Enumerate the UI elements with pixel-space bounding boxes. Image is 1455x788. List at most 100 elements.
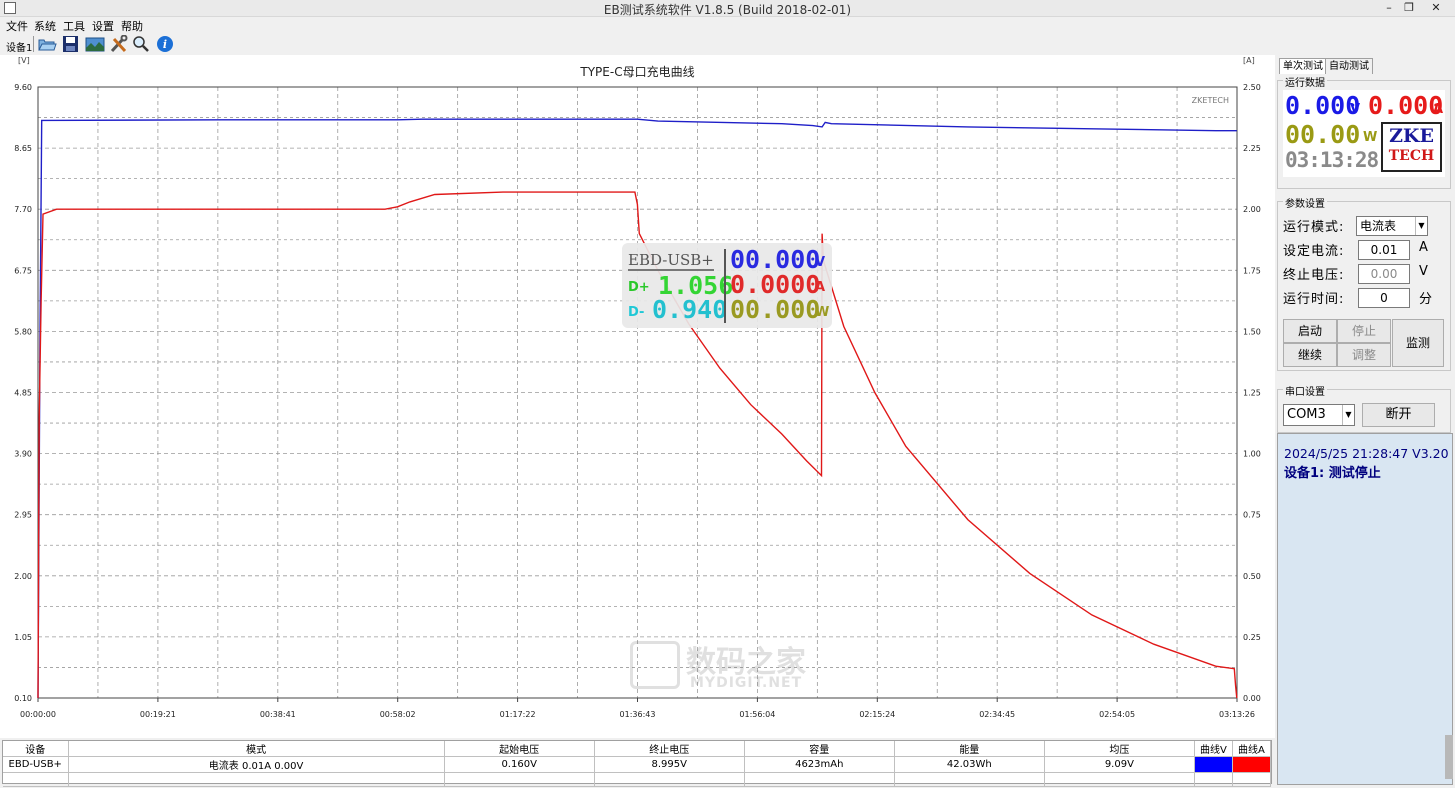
menu-tools[interactable]: 工具	[63, 18, 85, 34]
run-time-label: 运行时间:	[1283, 292, 1345, 307]
tools-icon[interactable]	[109, 34, 129, 53]
watermark-house-icon	[630, 641, 680, 689]
ebd-dminus-value: 0.940	[652, 295, 728, 324]
x-tick-label: 00:58:02	[380, 710, 416, 719]
ebd-current-unit: A	[815, 280, 826, 295]
stop-button[interactable]: 停止	[1337, 319, 1391, 343]
menu-bar: 文件 系统 工具 设置 帮助	[0, 17, 1455, 33]
chart-area: 9.60 8.65 7.70 6.75 5.80 4.85 3.90 2.95 2.00 1.05…	[0, 55, 1275, 738]
x-tick-label: 01:36:43	[620, 710, 656, 719]
zoom-icon[interactable]	[131, 35, 151, 53]
y-tick-label-left: 4.85	[14, 389, 32, 398]
cell-start-voltage: 0.160V	[444, 756, 595, 773]
set-current-input[interactable]: 0.01	[1358, 240, 1410, 260]
y-tick-label-right: 2.25	[1243, 144, 1261, 153]
ebd-dplus-label: D+	[628, 280, 650, 295]
x-tick-label: 02:54:05	[1099, 710, 1135, 719]
empty-cell	[894, 772, 1045, 787]
left-axis-unit: [V]	[18, 56, 30, 65]
x-tick-label: 03:13:26	[1219, 710, 1255, 719]
cell-end-voltage: 8.995V	[594, 756, 745, 773]
open-folder-icon[interactable]	[37, 35, 57, 53]
right-axis-unit: [A]	[1243, 56, 1255, 65]
ebd-voltage-unit: V	[815, 255, 826, 270]
y-tick-label-right: 1.25	[1243, 389, 1261, 398]
table-header: 均压	[1044, 741, 1195, 757]
table-header: 曲线A	[1232, 741, 1272, 757]
display-current: 0.000	[1368, 91, 1444, 120]
ebd-power-value: 00.000	[730, 295, 821, 324]
table-header: 模式	[68, 741, 445, 757]
panel-scrollbar[interactable]	[1445, 735, 1453, 779]
menu-system[interactable]: 系统	[34, 18, 56, 34]
run-time-input[interactable]: 0	[1358, 288, 1410, 308]
set-current-label: 设定电流:	[1283, 244, 1345, 259]
ebd-divider	[724, 249, 726, 323]
empty-cell	[1044, 772, 1195, 787]
tab-single-test[interactable]: 单次测试	[1279, 58, 1327, 74]
table-header: 曲线V	[1194, 741, 1233, 757]
stop-voltage-label: 终止电压:	[1283, 268, 1345, 283]
disconnect-button[interactable]: 断开	[1362, 403, 1435, 427]
x-tick-label: 00:19:21	[140, 710, 176, 719]
y-tick-label-right: 1.00	[1243, 450, 1261, 459]
continue-button[interactable]: 继续	[1283, 343, 1337, 367]
menu-help[interactable]: 帮助	[121, 18, 143, 34]
logo-top-text: ZKE	[1389, 125, 1434, 147]
cell-curve-a-color[interactable]	[1232, 756, 1272, 773]
info-icon[interactable]: i	[155, 35, 175, 53]
tab-auto-test[interactable]: 自动测试	[1325, 58, 1373, 74]
close-button[interactable]: ✕	[1422, 0, 1450, 16]
start-button[interactable]: 启动	[1283, 319, 1337, 343]
right-panel: 单次测试 自动测试 运行数据 0.000 V 0.000 A 00.00 W 0…	[1275, 55, 1455, 788]
serial-group: 串口设置 COM3 ▼ 断开	[1277, 383, 1451, 433]
table-header-row: 设备 模式 起始电压 终止电压 容量 能量 均压 曲线V 曲线A	[3, 741, 1272, 757]
running-data-group: 运行数据 0.000 V 0.000 A 00.00 W 03:13:28 ZK…	[1277, 74, 1451, 189]
ebd-dminus-label: D-	[628, 305, 645, 320]
x-tick-label: 00:00:00	[20, 710, 56, 719]
log-status-line: 设备1: 测试停止	[1284, 466, 1381, 481]
display-voltage: 0.000	[1285, 91, 1361, 120]
y-tick-label-right: 2.00	[1243, 205, 1261, 214]
table-header: 起始电压	[444, 741, 595, 757]
y-tick-label-left: 8.65	[14, 144, 32, 153]
x-tick-label: 01:56:04	[739, 710, 775, 719]
cell-device: EBD-USB+	[3, 756, 69, 773]
display-current-unit: A	[1433, 102, 1444, 117]
params-title: 参数设置	[1283, 195, 1327, 210]
image-icon[interactable]	[85, 35, 105, 53]
empty-cell	[1194, 772, 1233, 787]
monitor-button[interactable]: 监测	[1392, 319, 1444, 367]
display-elapsed-time: 03:13:28	[1285, 148, 1379, 172]
empty-cell	[3, 772, 69, 787]
restore-button[interactable]: ❐	[1395, 0, 1423, 16]
y-tick-label-left: 9.60	[14, 83, 32, 92]
stop-voltage-input[interactable]: 0.00	[1358, 264, 1410, 284]
mode-select-value: 电流表	[1360, 219, 1397, 233]
save-icon[interactable]	[61, 35, 81, 53]
adjust-button[interactable]: 调整	[1337, 343, 1391, 367]
menu-settings[interactable]: 设置	[92, 18, 114, 34]
menu-file[interactable]: 文件	[6, 18, 28, 34]
svg-text:i: i	[163, 38, 167, 51]
log-timestamp-line: 2024/5/25 21:28:47 V3.20	[1284, 446, 1449, 461]
com-port-select[interactable]: COM3 ▼	[1283, 404, 1355, 426]
table-header: 能量	[894, 741, 1045, 757]
toolbar: 设备1 i	[0, 33, 1455, 55]
y-tick-label-right: 1.50	[1243, 327, 1261, 336]
serial-title: 串口设置	[1283, 383, 1327, 398]
charge-curve-chart: 9.60 8.65 7.70 6.75 5.80 4.85 3.90 2.95 2.00 1.05…	[14, 56, 1261, 719]
cell-curve-v-color[interactable]	[1194, 756, 1233, 773]
y-tick-label-left: 7.70	[14, 205, 32, 214]
device-selector-label[interactable]: 设备1	[6, 39, 32, 54]
table-row[interactable]: EBD-USB+ 电流表 0.01A 0.00V 0.160V 8.995V 4…	[3, 756, 1272, 773]
y-tick-label-left: 2.95	[14, 511, 32, 520]
ebd-power-unit: W	[815, 305, 830, 320]
mode-select[interactable]: 电流表 ▼	[1356, 216, 1428, 236]
ebd-overlay: EBD-USB+ D+ 1.056 D- 0.940 00.000 V 0.00…	[622, 243, 832, 328]
y-tick-label-right: 0.75	[1243, 511, 1261, 520]
y-tick-label-left: 1.05	[14, 633, 32, 642]
running-data-title: 运行数据	[1283, 74, 1327, 89]
toolbar-separator	[33, 36, 34, 52]
zke-logo: ZKE TECH	[1381, 122, 1442, 172]
